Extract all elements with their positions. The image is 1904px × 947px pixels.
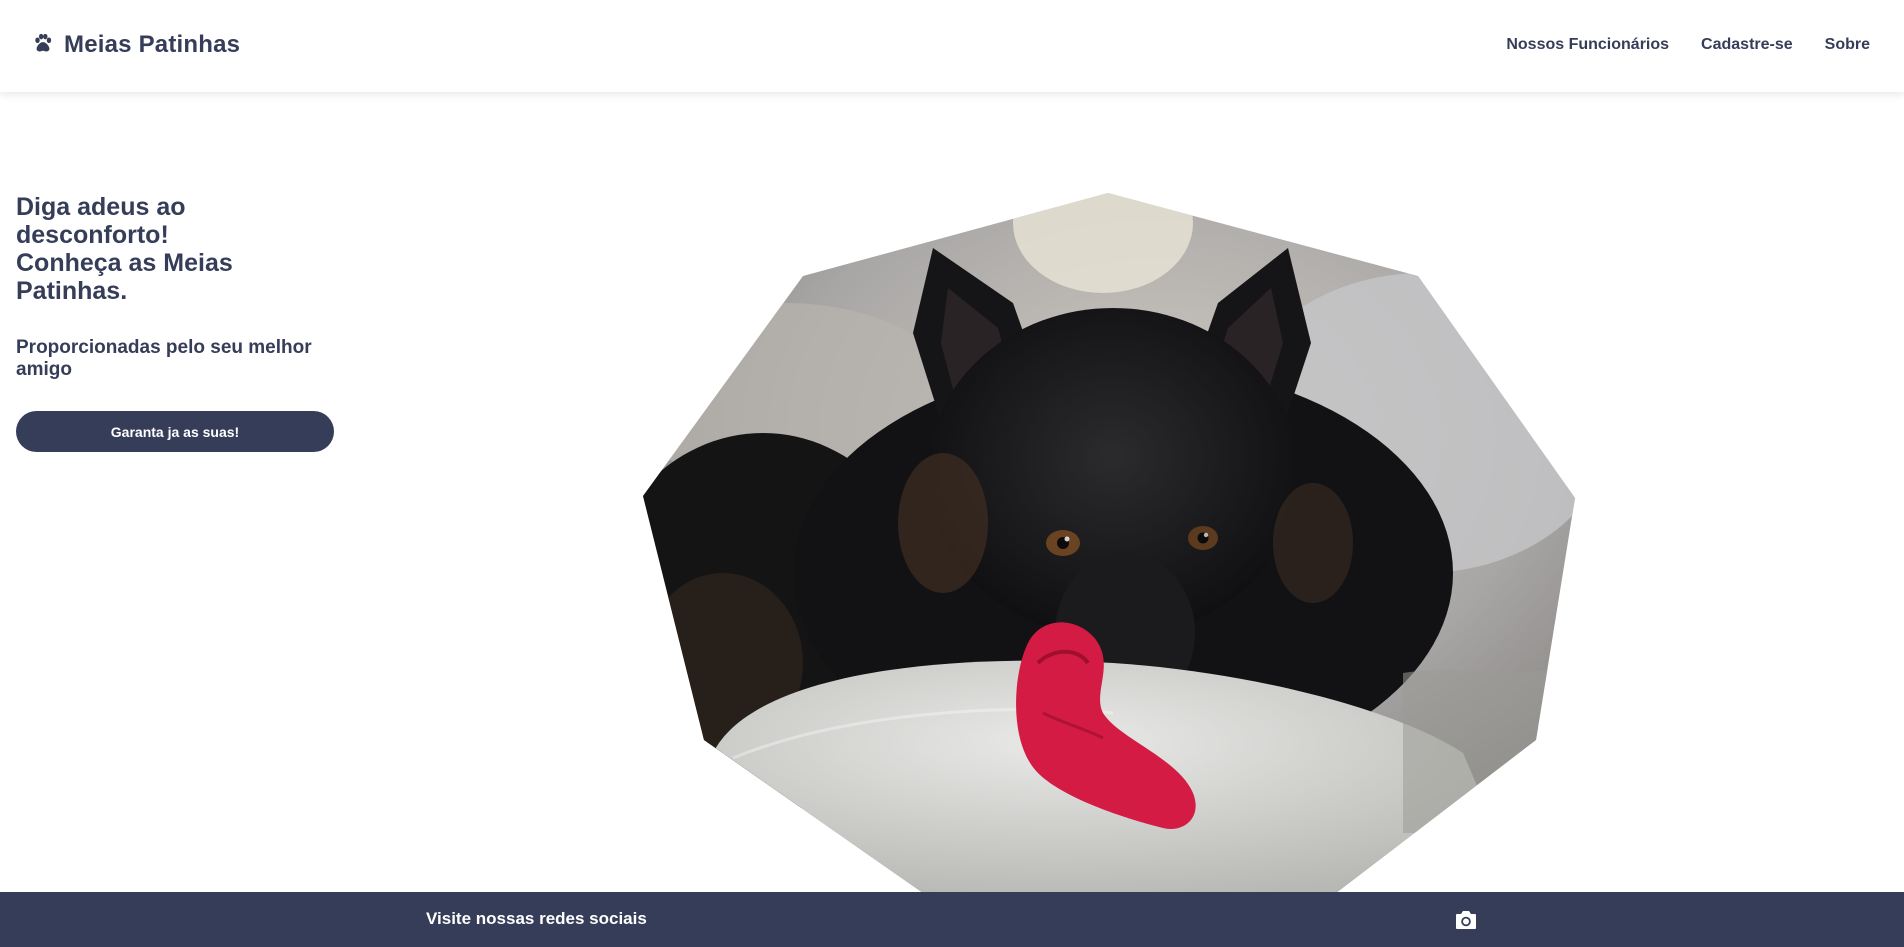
paw-icon — [35, 33, 52, 52]
social-text: Visite nossas redes sociais — [426, 909, 647, 928]
hero-heading-line: Patinhas. — [16, 277, 128, 305]
site-header: Meias Patinhas Nossos Funcionários Cadas… — [0, 0, 1904, 92]
main-nav: Nossos Funcionários Cadastre-se Sobre — [1506, 36, 1870, 54]
nav-item-cadastre-se[interactable]: Cadastre-se — [1701, 36, 1793, 54]
hero-subheading-line: amigo — [16, 359, 72, 380]
hero-heading-line: Conheça as Meias — [16, 249, 233, 277]
camera-icon[interactable] — [1454, 909, 1478, 931]
hero-subheading-line: Proporcionadas pelo seu melhor — [16, 337, 312, 358]
hero-image — [643, 193, 1577, 893]
nav-item-funcionarios[interactable]: Nossos Funcionários — [1506, 36, 1669, 54]
hero-subheading: Proporcionadas pelo seu melhor amigo — [16, 337, 336, 381]
hero-heading: Diga adeus ao desconforto! Conheça as Me… — [16, 193, 336, 305]
brand-title: Meias Patinhas — [64, 31, 241, 58]
hero-heading-line: Diga adeus ao desconforto! — [16, 193, 186, 249]
buy-now-button[interactable]: Garanta ja as suas! — [16, 411, 334, 452]
brand-logo[interactable]: Meias Patinhas — [32, 31, 240, 59]
dog-photo — [643, 193, 1575, 893]
site-footer: Visite nossas redes sociais — [0, 892, 1904, 947]
nav-item-sobre[interactable]: Sobre — [1825, 36, 1870, 54]
hero-section: Diga adeus ao desconforto! Conheça as Me… — [16, 193, 336, 452]
